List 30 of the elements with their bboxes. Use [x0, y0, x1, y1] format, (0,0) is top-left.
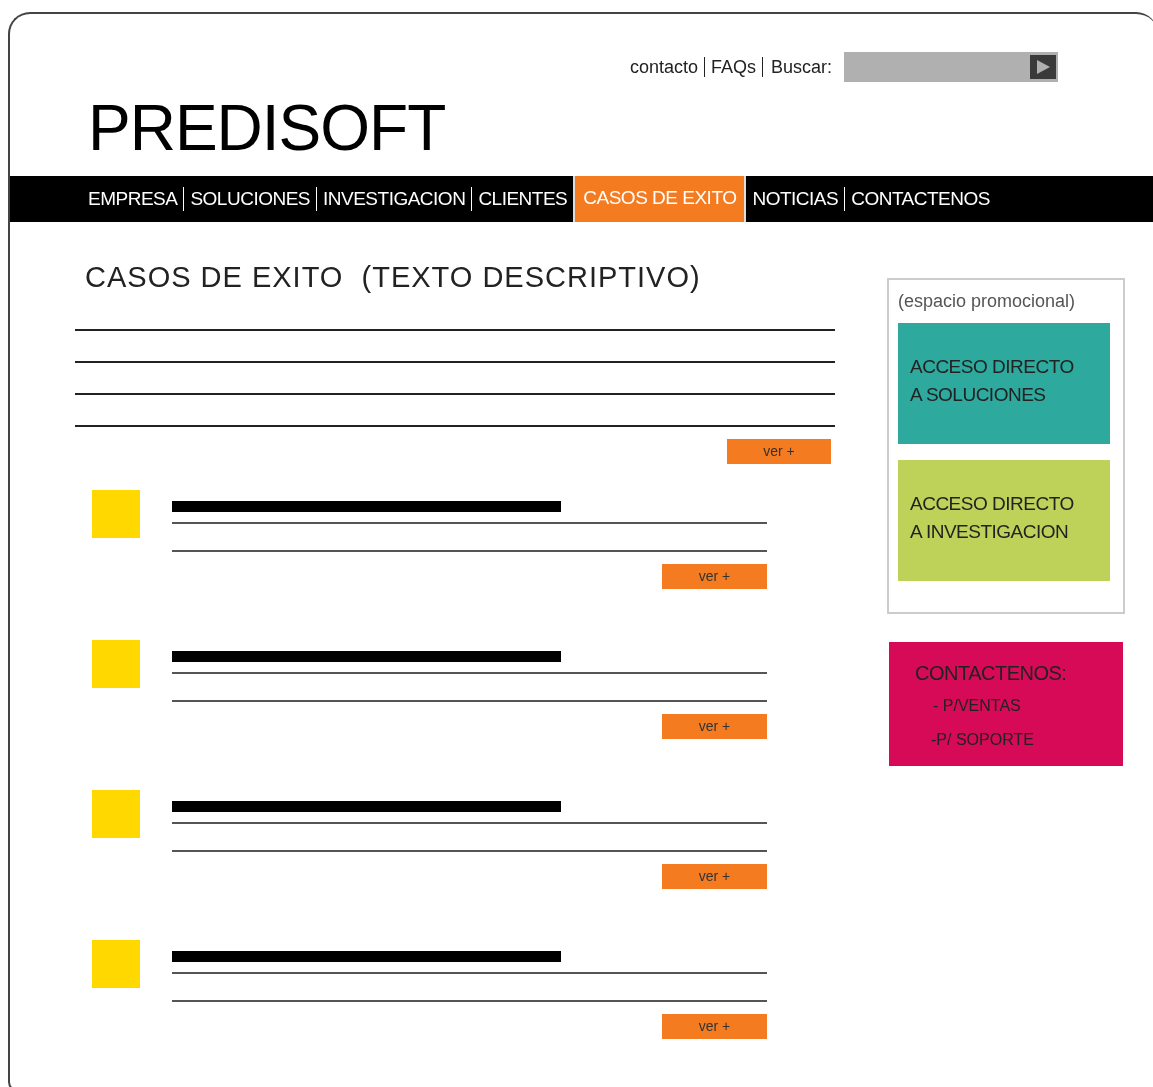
contact-box[interactable]: CONTACTENOS: - P/VENTAS -P/ SOPORTE: [889, 641, 1123, 766]
contact-link[interactable]: -P/ SOPORTE: [931, 727, 1034, 752]
read-more-button[interactable]: ver +: [727, 439, 831, 464]
nav-tab[interactable]: EMPRESA: [82, 185, 184, 212]
shortcut-tile[interactable]: ACCESO DIRECTO A SOLUCIONES: [898, 322, 1110, 444]
search-field[interactable]: [844, 52, 1059, 82]
play-icon: [1035, 59, 1052, 75]
contact-link[interactable]: - P/VENTAS: [933, 693, 1021, 718]
top-link[interactable]: FAQs: [705, 57, 764, 77]
shortcut-tile[interactable]: ACCESO DIRECTO A INVESTIGACION: [898, 459, 1110, 581]
contact-title: CONTACTENOS:: [915, 660, 1068, 686]
nav-tab[interactable]: NOTICIAS: [746, 185, 845, 212]
image-placeholder: [92, 790, 140, 838]
read-more-button[interactable]: ver +: [662, 714, 767, 739]
image-placeholder: [92, 940, 140, 988]
image-placeholder: [92, 490, 140, 538]
logo: PREDISOFT: [88, 91, 446, 166]
nav-tab[interactable]: SOLUCIONES: [184, 185, 316, 212]
nav-tab[interactable]: CONTACTENOS: [845, 185, 996, 212]
top-link[interactable]: contacto: [624, 57, 706, 77]
nav-tab[interactable]: INVESTIGACION: [317, 185, 472, 212]
image-placeholder: [92, 640, 140, 688]
search-label: Buscar:: [771, 55, 833, 79]
nav-tab[interactable]: CLIENTES: [472, 185, 574, 212]
search-go-button[interactable]: [1030, 55, 1057, 79]
read-more-button[interactable]: ver +: [662, 1014, 767, 1039]
read-more-button[interactable]: ver +: [662, 864, 767, 889]
page-title: CASOS DE EXITO (TEXTO DESCRIPTIVO): [85, 259, 702, 295]
promo-label: (espacio promocional): [898, 289, 1077, 313]
read-more-button[interactable]: ver +: [662, 564, 767, 589]
